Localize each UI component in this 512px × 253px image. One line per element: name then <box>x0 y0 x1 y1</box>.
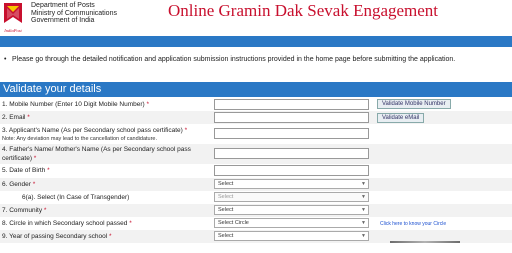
transgender-selected-value: Select <box>218 194 234 200</box>
instruction-notice: • Please go through the detailed notifica… <box>4 56 510 63</box>
community-selected-value: Select <box>218 207 234 213</box>
nav-band <box>0 36 512 47</box>
mobile-label-text: 1. Mobile Number (Enter 10 Digit Mobile … <box>2 101 145 108</box>
chevron-down-icon: ▼ <box>361 207 366 213</box>
parent-name-row: 4. Father's Name/ Mother's Name (As per … <box>0 144 512 164</box>
required-marker: * <box>43 207 47 214</box>
organization-name: Department of Posts Ministry of Communic… <box>31 2 117 25</box>
bullet-icon: • <box>4 56 7 63</box>
know-your-circle-link[interactable]: Click here to know your Circle <box>380 221 446 227</box>
section-title: Validate your details <box>0 82 512 97</box>
email-label: 2. Email * <box>2 114 30 121</box>
year-label: 9. Year of passing Secondary school * <box>2 233 112 240</box>
org-line-department: Department of Posts <box>31 2 95 9</box>
chevron-down-icon: ▼ <box>361 194 366 200</box>
year-label-text: 9. Year of passing Secondary school <box>2 233 108 240</box>
header: IndiaPost Department of Posts Ministry o… <box>0 0 512 36</box>
email-row: 2. Email * Validate eMail <box>0 111 512 124</box>
validate-email-button[interactable]: Validate eMail <box>377 113 425 123</box>
gender-label: 6. Gender * <box>2 181 35 188</box>
circle-selected-value: Select Circle <box>218 220 249 226</box>
deviation-note: Note: Any deviation may lead to the canc… <box>2 136 158 142</box>
parent-name-label-line2: certificate) * <box>2 155 36 162</box>
org-line-ministry: Ministry of Communications <box>31 9 117 17</box>
org-line-government: Government of India <box>31 17 95 24</box>
parent-name-label-text: certificate) <box>2 155 32 162</box>
required-marker: * <box>47 167 50 174</box>
community-label: 7. Community * <box>2 207 46 214</box>
community-select[interactable]: Select ▼ <box>214 205 369 215</box>
required-marker: * <box>27 114 30 121</box>
chevron-down-icon: ▼ <box>361 220 366 226</box>
chevron-down-icon: ▼ <box>361 233 366 239</box>
circle-label-text: 8. Circle in which Secondary school pass… <box>2 220 128 227</box>
circle-select[interactable]: Select Circle ▼ <box>214 218 369 228</box>
year-select[interactable]: Select ▼ <box>214 231 369 241</box>
dob-label: 5. Date of Birth * <box>2 167 50 174</box>
gender-selected-value: Select <box>218 181 234 187</box>
dob-label-text: 5. Date of Birth <box>2 167 46 174</box>
circle-row: 8. Circle in which Secondary school pass… <box>0 217 512 230</box>
validate-mobile-button[interactable]: Validate Mobile Number <box>377 99 451 109</box>
transgender-label: 6(a). Select (In Case of Transgender) <box>22 194 130 201</box>
chevron-down-icon: ▼ <box>361 181 366 187</box>
transgender-row: 6(a). Select (In Case of Transgender) Se… <box>0 191 512 204</box>
required-marker: * <box>129 220 132 227</box>
applicant-name-row: 3. Applicant's Name (As per Secondary sc… <box>0 124 512 144</box>
required-marker: * <box>184 127 188 134</box>
gender-label-text: 6. Gender <box>2 181 31 188</box>
required-marker: * <box>146 101 150 108</box>
mobile-label: 1. Mobile Number (Enter 10 Digit Mobile … <box>2 101 149 108</box>
gender-select[interactable]: Select ▼ <box>214 179 369 189</box>
india-post-logo-icon <box>4 3 22 23</box>
transgender-select[interactable]: Select ▼ <box>214 192 369 202</box>
parent-name-input[interactable] <box>214 148 369 159</box>
gender-row: 6. Gender * Select ▼ <box>0 178 512 191</box>
parent-name-label-line1: 4. Father's Name/ Mother's Name (As per … <box>2 146 191 153</box>
required-marker: * <box>32 181 36 188</box>
portal-title: Online Gramin Dak Sevak Engagement <box>168 1 439 20</box>
year-selected-value: Select <box>218 233 234 239</box>
email-input[interactable] <box>214 112 369 123</box>
redaction-mark <box>390 241 460 243</box>
applicant-name-label-text: 3. Applicant's Name (As per Secondary sc… <box>2 127 183 134</box>
community-label-text: 7. Community <box>2 207 43 214</box>
dob-row: 5. Date of Birth * <box>0 164 512 177</box>
logo-text: IndiaPost <box>4 28 22 33</box>
mobile-row: 1. Mobile Number (Enter 10 Digit Mobile … <box>0 98 512 111</box>
applicant-name-input[interactable] <box>214 128 369 139</box>
circle-label: 8. Circle in which Secondary school pass… <box>2 220 132 227</box>
required-marker: * <box>108 233 112 240</box>
notice-text: Please go through the detailed notificat… <box>12 56 456 63</box>
dob-input[interactable] <box>214 165 369 176</box>
applicant-name-label: 3. Applicant's Name (As per Secondary sc… <box>2 127 187 134</box>
email-label-text: 2. Email <box>2 114 26 121</box>
community-row: 7. Community * Select ▼ <box>0 204 512 217</box>
mobile-input[interactable] <box>214 99 369 110</box>
required-marker: * <box>33 155 37 162</box>
